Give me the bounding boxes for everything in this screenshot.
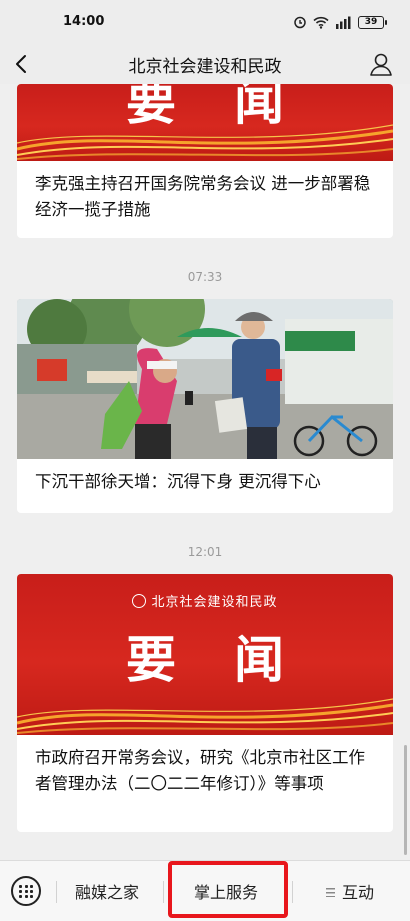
menu-rongmei[interactable]: 融媒之家 [75, 879, 139, 903]
battery-indicator: 39 [358, 15, 387, 29]
menu-divider [56, 881, 57, 903]
page-title: 北京社会建设和民政 [128, 57, 282, 77]
menu-interaction[interactable]: 互动 [326, 879, 374, 903]
scrollbar[interactable] [404, 745, 407, 855]
wifi-icon [313, 16, 329, 29]
volunteer-photo [17, 299, 393, 459]
status-icons: 39 [293, 13, 387, 31]
submenu-icon [326, 888, 335, 897]
nav-bar: 北京社会建设和民政 [0, 44, 410, 84]
status-bar: 14:00 39 [0, 0, 410, 44]
banner-waves [17, 698, 393, 734]
message-feed[interactable]: 要闻 李克强主持召开国务院常务会议 进一步部署稳经济一揽子措施 07:33 下沉… [0, 84, 410, 860]
signal-icon [336, 16, 351, 29]
article-card[interactable]: 北京社会建设和民政 要闻 市政府召开常务会议，研究《北京市社区工作者管理办法（二… [17, 574, 393, 832]
article-photo [17, 299, 393, 459]
menu-divider [163, 881, 164, 903]
selection-highlight [168, 861, 288, 918]
keyboard-toggle-icon[interactable] [11, 876, 41, 906]
message-timestamp: 07:33 [187, 270, 223, 284]
message-timestamp: 12:01 [187, 545, 223, 559]
article-card[interactable]: 下沉干部徐天增：沉得下身 更沉得下心 [17, 299, 393, 513]
banner-waves [17, 124, 393, 160]
seal-icon [132, 594, 147, 608]
menu-divider [292, 881, 293, 903]
banner-headline: 要闻 [126, 631, 342, 689]
alarm-icon [294, 16, 306, 29]
article-banner: 要闻 [17, 84, 393, 161]
article-caption[interactable]: 下沉干部徐天增：沉得下身 更沉得下心 [17, 459, 393, 495]
article-card[interactable]: 要闻 李克强主持召开国务院常务会议 进一步部署稳经济一揽子措施 [17, 84, 393, 238]
article-caption[interactable]: 李克强主持召开国务院常务会议 进一步部署稳经济一揽子措施 [17, 161, 393, 223]
profile-icon[interactable] [368, 51, 394, 77]
banner-org-name: 北京社会建设和民政 [17, 591, 393, 610]
article-caption[interactable]: 市政府召开常务会议，研究《北京市社区工作者管理办法（二〇二二年修订）》等事项 [17, 735, 393, 797]
article-banner: 北京社会建设和民政 要闻 [17, 574, 393, 735]
status-time: 14:00 [63, 14, 105, 29]
